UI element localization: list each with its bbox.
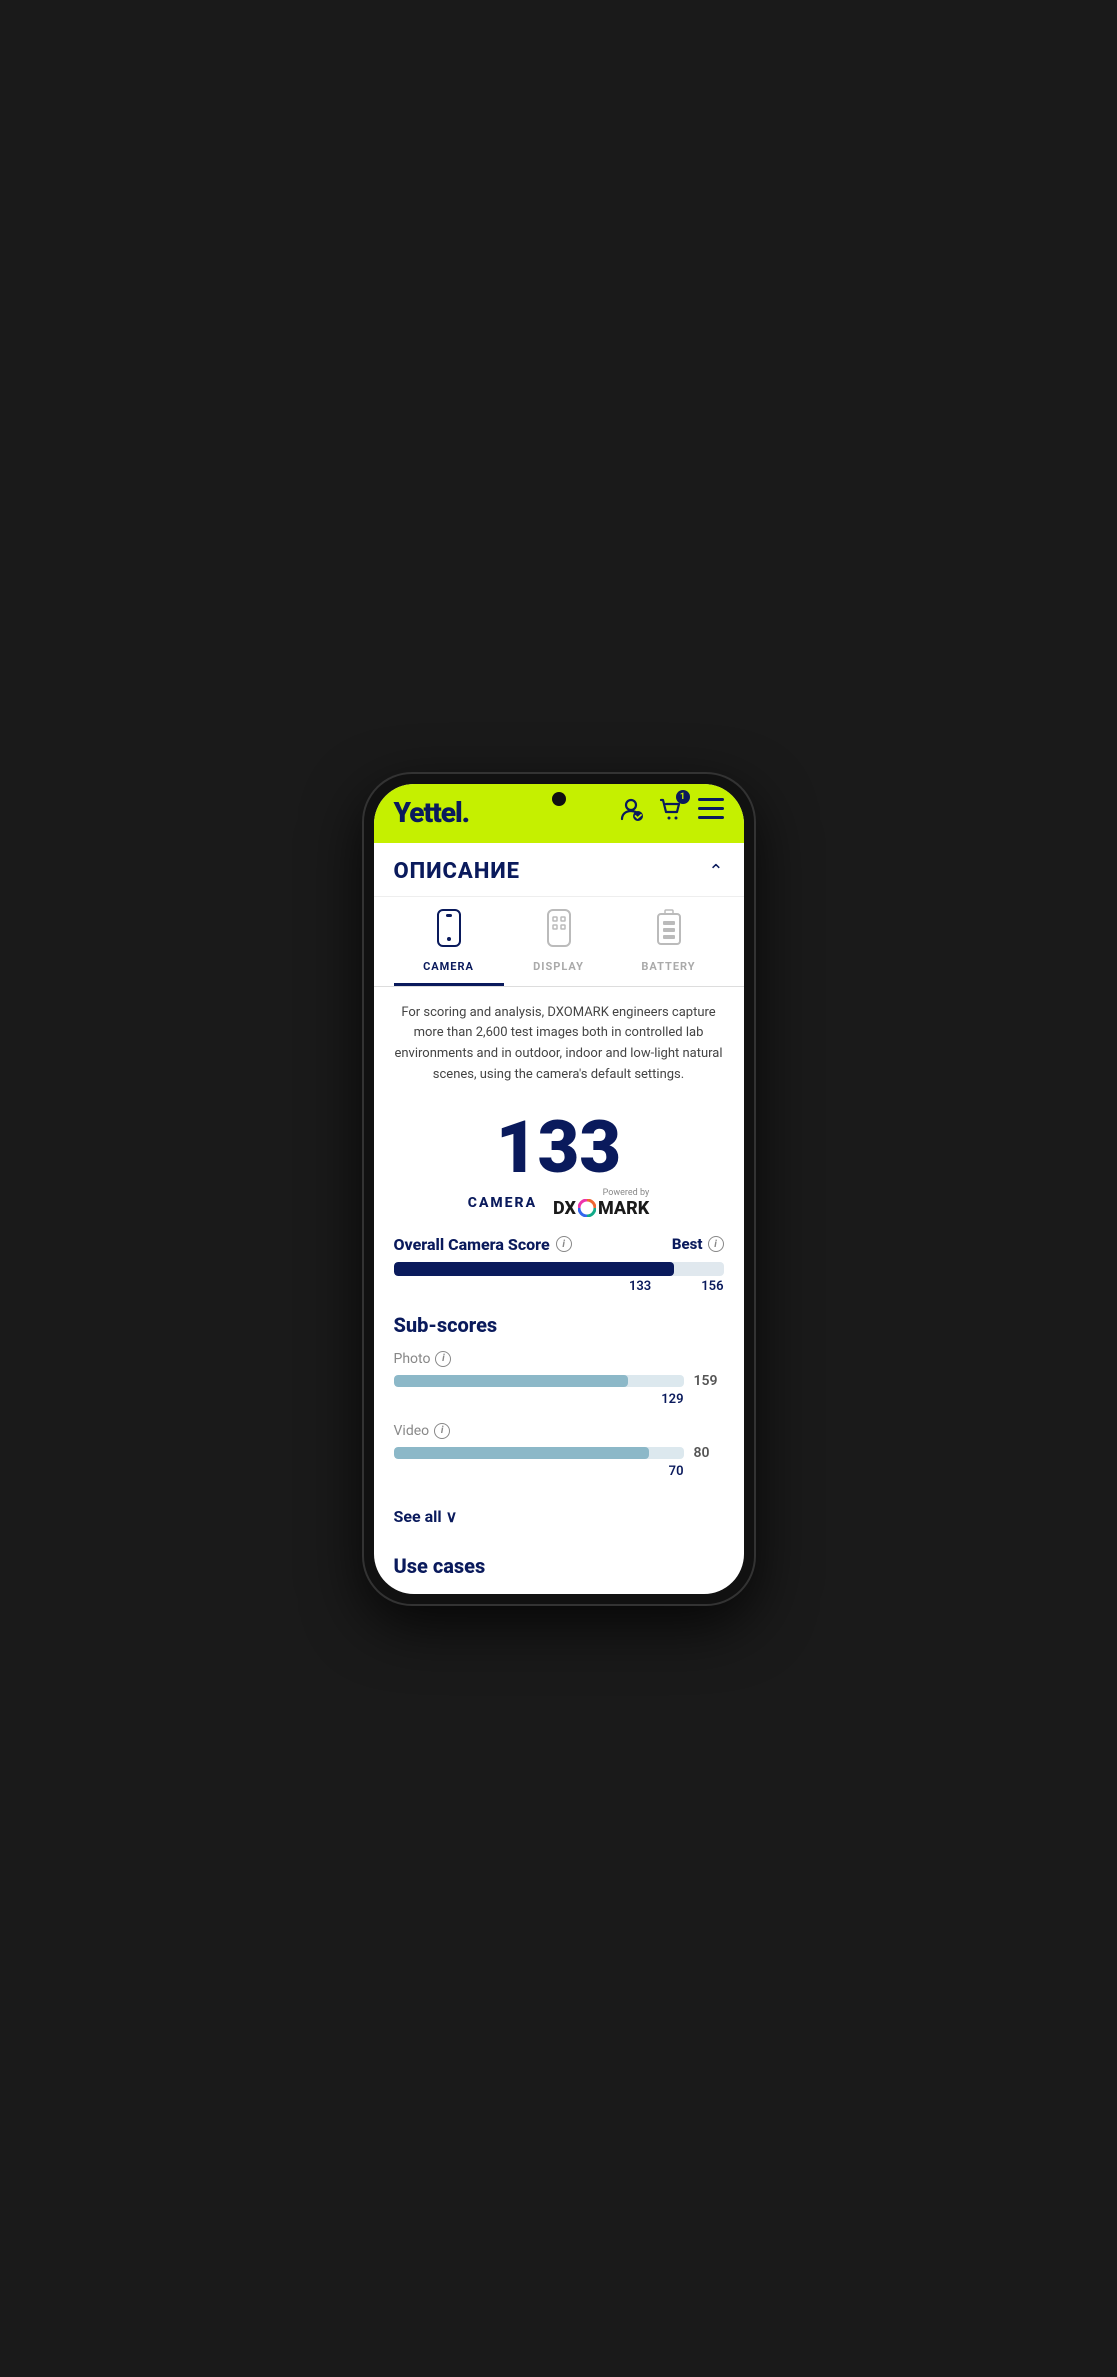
powered-by-text: Powered by (553, 1188, 649, 1198)
photo-best: 159 (694, 1373, 724, 1389)
see-all-button[interactable]: See all ∨ (394, 1507, 458, 1526)
display-tab-icon (545, 909, 573, 954)
video-score-item: Video i 80 70 (394, 1423, 724, 1479)
best-info-icon[interactable]: i (708, 1236, 724, 1252)
score-label-row: CAMERA Powered by DX (394, 1188, 724, 1219)
overall-score-value: 133 (629, 1279, 651, 1294)
camera-tab-icon (435, 909, 463, 954)
video-bar-wrap (394, 1447, 684, 1459)
overall-info-icon[interactable]: i (556, 1236, 572, 1252)
camera-tab-label: CAMERA (423, 960, 474, 973)
collapse-icon[interactable]: ⌃ (708, 861, 723, 882)
tab-camera[interactable]: CAMERA (394, 897, 504, 986)
sub-scores-title: Sub-scores (394, 1313, 724, 1337)
dxomark-logo: Powered by DX MARK (553, 1188, 649, 1219)
sub-scores-section: Sub-scores Photo i 159 129 (374, 1313, 744, 1503)
cart-badge: 1 (676, 790, 690, 804)
overall-best-label: Best (672, 1235, 703, 1253)
photo-bar-fill (394, 1375, 629, 1387)
dxo-brand: DX MARK (553, 1198, 649, 1219)
phone-device: Yettel. 1 (364, 774, 754, 1604)
mark-text: MARK (598, 1198, 649, 1219)
section-title: ОПИСАНИЕ (394, 859, 520, 884)
score-camera-label: CAMERA (468, 1195, 537, 1211)
see-all-section: See all ∨ (374, 1503, 744, 1542)
app-logo: Yettel. (394, 796, 470, 829)
section-header: ОПИСАНИЕ ⌃ (374, 843, 744, 897)
photo-score-item: Photo i 159 129 (394, 1351, 724, 1407)
main-score-number: 133 (394, 1112, 724, 1184)
battery-tab-label: BATTERY (641, 960, 695, 973)
dxo-text: DX (553, 1198, 576, 1219)
video-info-icon[interactable]: i (434, 1423, 450, 1439)
photo-info-icon[interactable]: i (435, 1351, 451, 1367)
photo-value: 129 (394, 1392, 724, 1407)
overall-progress-bar (394, 1262, 724, 1276)
cart-icon[interactable]: 1 (658, 796, 684, 828)
tab-battery[interactable]: BATTERY (614, 897, 724, 986)
overall-score-section: Overall Camera Score i Best i 133 156 (374, 1235, 744, 1313)
dxo-circle-icon (578, 1199, 596, 1217)
video-bar-fill (394, 1447, 649, 1459)
photo-label: Photo i (394, 1351, 724, 1367)
overall-best-value: 156 (701, 1279, 723, 1294)
description-text: For scoring and analysis, DXOMARK engine… (374, 987, 744, 1102)
overall-score-title: Overall Camera Score (394, 1235, 550, 1254)
account-icon[interactable] (618, 796, 644, 828)
header-icons: 1 (618, 796, 724, 828)
tabs-container: CAMERA DISPLAY (374, 897, 744, 987)
photo-bar-row: 159 (394, 1373, 724, 1389)
use-cases-section: Use cases 124 (374, 1542, 744, 1594)
camera-cutout (552, 792, 566, 806)
video-bar-row: 80 (394, 1445, 724, 1461)
tab-display[interactable]: DISPLAY (504, 897, 614, 986)
menu-icon[interactable] (698, 798, 724, 826)
phone-screen: Yettel. 1 (374, 784, 744, 1594)
battery-tab-icon (655, 909, 683, 954)
photo-bar-wrap (394, 1375, 684, 1387)
video-best: 80 (694, 1445, 724, 1461)
video-value: 70 (394, 1464, 724, 1479)
display-tab-label: DISPLAY (533, 960, 584, 973)
video-label: Video i (394, 1423, 724, 1439)
main-score-section: 133 CAMERA Powered by DX (374, 1102, 744, 1235)
main-content: ОПИСАНИЕ ⌃ CAMERA (374, 843, 744, 1594)
overall-score-header: Overall Camera Score i Best i (394, 1235, 724, 1254)
overall-progress-fill (394, 1262, 675, 1276)
use-cases-title: Use cases (394, 1554, 724, 1578)
